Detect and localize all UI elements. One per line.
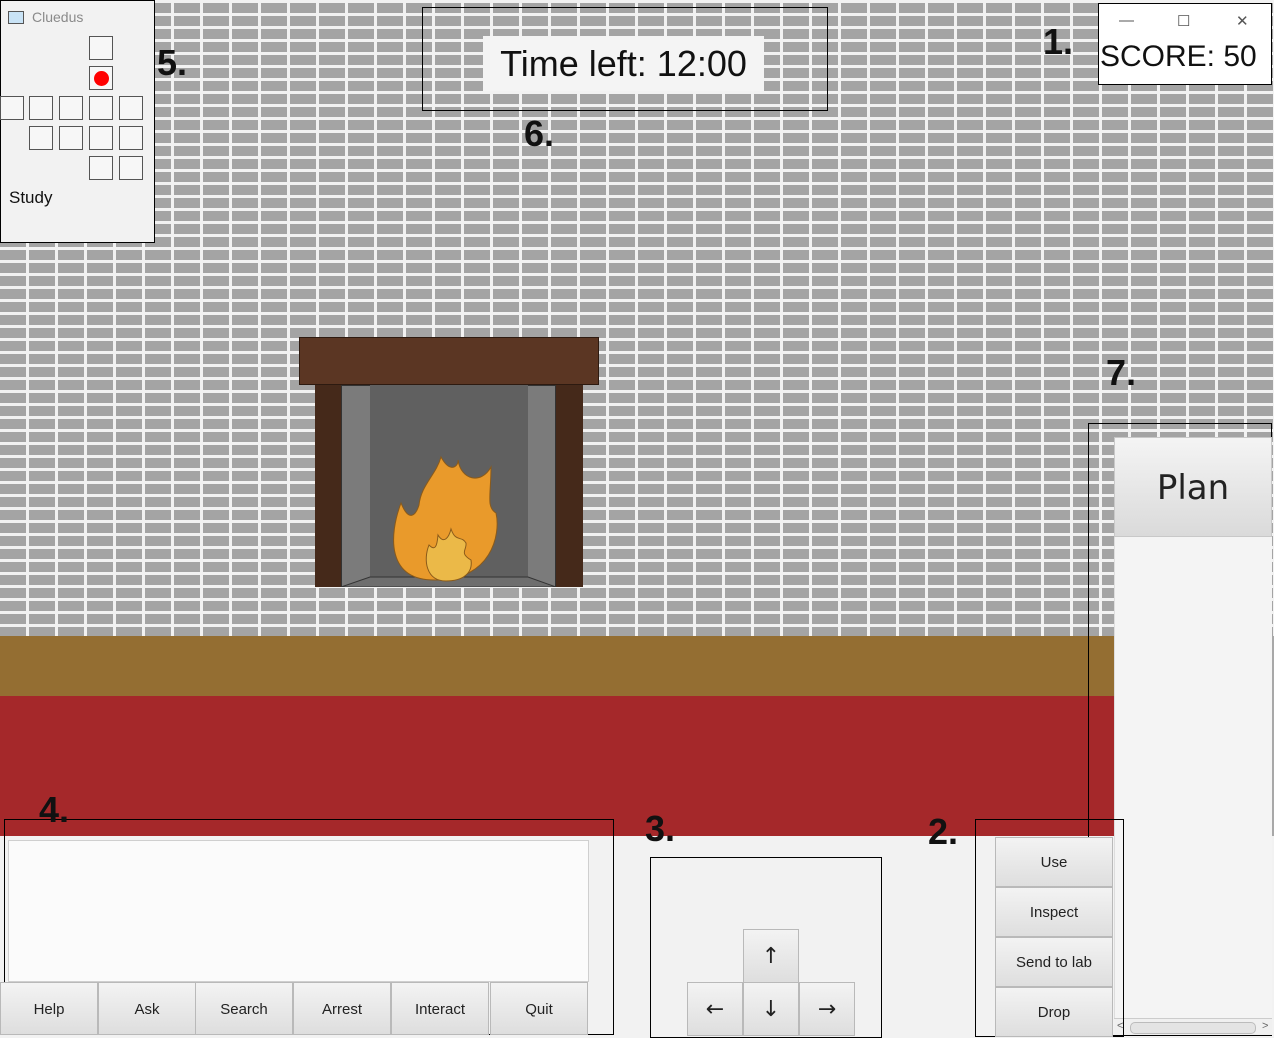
map-room — [59, 96, 83, 120]
use-button[interactable]: Use — [995, 837, 1113, 887]
close-icon[interactable]: ✕ — [1236, 12, 1249, 30]
move-right-button[interactable]: → — [799, 982, 855, 1036]
move-down-button[interactable]: ↓ — [743, 982, 799, 1036]
move-left-button[interactable]: ← — [687, 982, 743, 1036]
quit-button[interactable]: Quit — [490, 982, 588, 1035]
scroll-right-icon[interactable]: > — [1262, 1020, 1268, 1032]
plan-button[interactable]: Plan — [1114, 437, 1272, 537]
map-room — [89, 156, 113, 180]
marker-4: 4. — [39, 789, 70, 830]
map-room — [0, 96, 24, 120]
marker-3: 3. — [645, 808, 676, 849]
interact-button[interactable]: Interact — [391, 982, 489, 1035]
inspect-button[interactable]: Inspect — [995, 887, 1113, 937]
fireplace-pillar-right — [556, 385, 583, 587]
map-room — [89, 126, 113, 150]
marker-1: 1. — [1043, 21, 1074, 62]
window-titlebar[interactable]: Cluedus — [0, 0, 155, 34]
search-button[interactable]: Search — [195, 982, 293, 1035]
maximize-icon[interactable]: ☐ — [1177, 12, 1190, 30]
marker-2: 2. — [928, 811, 959, 852]
map-room — [59, 126, 83, 150]
map-room — [119, 156, 143, 180]
fireplace-pillar-left — [315, 385, 342, 587]
score-value: SCORE: 50 — [1100, 40, 1257, 73]
send-to-lab-button[interactable]: Send to lab — [995, 937, 1113, 987]
help-button[interactable]: Help — [0, 982, 98, 1035]
fireplace-mantel — [299, 337, 599, 385]
horizontal-scrollbar[interactable]: < > — [1114, 1018, 1272, 1035]
map-room — [119, 126, 143, 150]
map-room — [89, 96, 113, 120]
move-up-button[interactable]: ↑ — [743, 929, 799, 983]
message-log[interactable] — [8, 840, 589, 982]
drop-button[interactable]: Drop — [995, 987, 1113, 1037]
marker-6: 6. — [524, 113, 555, 154]
map-room — [119, 96, 143, 120]
ask-button[interactable]: Ask — [98, 982, 196, 1035]
current-room-label: Study — [9, 188, 53, 207]
fire-icon[interactable] — [341, 385, 556, 587]
app-icon — [8, 11, 24, 24]
score-panel: — ☐ ✕ SCORE: 50 — [1098, 3, 1272, 85]
window-title: Cluedus — [32, 9, 84, 25]
marker-5: 5. — [157, 42, 188, 83]
time-left: Time left: 12:00 — [483, 36, 764, 91]
map-room — [29, 96, 53, 120]
arrest-button[interactable]: Arrest — [293, 982, 391, 1035]
scrollbar-thumb[interactable] — [1130, 1022, 1256, 1034]
marker-7: 7. — [1106, 352, 1137, 393]
minimize-icon[interactable]: — — [1119, 12, 1134, 29]
wooden-floor — [0, 636, 1114, 696]
map-room — [29, 126, 53, 150]
map-current-room — [89, 66, 113, 90]
map-room — [89, 36, 113, 60]
